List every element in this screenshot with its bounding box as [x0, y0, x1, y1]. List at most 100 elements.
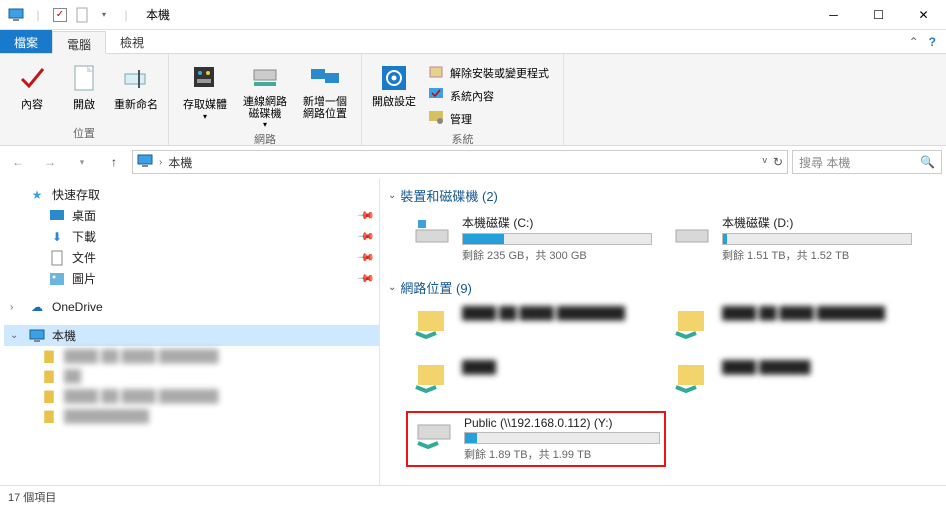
pin-icon: 📌 [357, 269, 376, 288]
close-button[interactable]: ✕ [901, 0, 946, 30]
monitors-icon [309, 62, 341, 94]
refresh-icon[interactable]: ↻ [773, 155, 783, 169]
wrench-icon [428, 109, 444, 128]
usage-bar [722, 233, 912, 245]
main-area: ★ 快速存取 桌面 📌 ⬇ 下載 📌 文件 📌 [0, 178, 946, 485]
nav-downloads[interactable]: ⬇ 下載 📌 [24, 226, 379, 247]
nav-child-3[interactable]: ▇████ ██ ████ ███████ [4, 386, 379, 406]
network-location-1[interactable]: ████ ██ ████ ████████ [406, 303, 656, 345]
network-location-3[interactable]: ████ [406, 357, 656, 399]
access-media-button[interactable]: 存取媒體▾ [179, 58, 231, 129]
nav-child-4[interactable]: ▇██████████ [4, 406, 379, 426]
breadcrumb-root[interactable]: 本機 [168, 154, 192, 171]
tab-view[interactable]: 檢視 [106, 30, 158, 53]
qat-new-icon[interactable] [72, 5, 92, 25]
desktop-icon [48, 208, 66, 224]
usage-bar [464, 432, 660, 444]
pin-icon: 📌 [357, 227, 376, 246]
content-pane: ⌄ 裝置和磁碟機 (2) 本機磁碟 (C:) 剩餘 235 GB，共 300 G… [380, 178, 946, 485]
network-drive-icon [412, 416, 456, 452]
qat-divider2: | [116, 5, 136, 25]
pc-icon [28, 328, 46, 344]
group-network-label: 網路 [179, 129, 351, 149]
title-bar: | ✓ ▾ | 本機 ─ ☐ ✕ [0, 0, 946, 30]
media-server-icon [189, 62, 221, 94]
pc-icon [137, 154, 153, 171]
minimize-button[interactable]: ─ [811, 0, 856, 30]
ribbon: 內容 開啟 重新命名 位置 存取媒體▾ 連線網路磁碟機▾ [0, 54, 946, 146]
open-button[interactable]: 開啟 [62, 58, 106, 123]
nav-documents[interactable]: 文件 📌 [24, 247, 379, 268]
maximize-button[interactable]: ☐ [856, 0, 901, 30]
group-system-label: 系統 [372, 129, 553, 149]
search-icon: 🔍 [920, 155, 935, 169]
network-drive-icon [249, 62, 281, 94]
back-button[interactable]: ← [4, 149, 32, 175]
help-icon[interactable]: ? [929, 35, 936, 49]
chevron-down-icon: ⌄ [388, 190, 396, 201]
rename-button[interactable]: 重新命名 [114, 58, 158, 123]
properties-button[interactable]: 內容 [10, 58, 54, 123]
nav-bar: ← → ▾ ↑ › 本機 v ↻ 搜尋 本機 🔍 [0, 146, 946, 178]
qat-properties-icon[interactable]: ✓ [50, 5, 70, 25]
qat-dropdown-icon[interactable]: ▾ [94, 5, 114, 25]
monitor-check-icon [428, 86, 444, 105]
up-button[interactable]: ↑ [100, 149, 128, 175]
open-settings-button[interactable]: 開啟設定 [372, 58, 416, 129]
drive-c[interactable]: 本機磁碟 (C:) 剩餘 235 GB，共 300 GB [406, 211, 656, 266]
qat-divider: | [28, 5, 48, 25]
item-count: 17 個項目 [8, 489, 56, 505]
address-bar[interactable]: › 本機 v ↻ [132, 150, 788, 174]
ribbon-tabs: 檔案 電腦 檢視 ⌃ ? [0, 30, 946, 54]
network-location-4[interactable]: ████ ██████ [666, 357, 916, 399]
network-folder-icon [670, 360, 714, 396]
folder-icon: ▇ [40, 348, 58, 364]
forward-button[interactable]: → [36, 149, 64, 175]
network-folder-icon [670, 306, 714, 342]
tab-file[interactable]: 檔案 [0, 30, 52, 53]
documents-icon [48, 250, 66, 266]
nav-pictures[interactable]: 圖片 📌 [24, 268, 379, 289]
settings-gear-icon [378, 62, 410, 94]
drive-d[interactable]: 本機磁碟 (D:) 剩餘 1.51 TB，共 1.52 TB [666, 211, 916, 266]
search-input[interactable]: 搜尋 本機 🔍 [792, 150, 942, 174]
navigation-pane: ★ 快速存取 桌面 📌 ⬇ 下載 📌 文件 📌 [0, 178, 380, 485]
search-placeholder: 搜尋 本機 [799, 154, 850, 171]
box-icon [428, 63, 444, 82]
map-drive-button[interactable]: 連線網路磁碟機▾ [239, 58, 291, 129]
add-network-location-button[interactable]: 新增一個網路位置 [299, 58, 351, 129]
status-bar: 17 個項目 [0, 485, 946, 507]
hdd-icon [670, 214, 714, 250]
nav-onedrive[interactable]: › ☁ OneDrive [4, 297, 379, 317]
nav-quick-access[interactable]: ★ 快速存取 [4, 184, 379, 205]
folder-icon: ▇ [40, 408, 58, 424]
network-folder-icon [410, 360, 454, 396]
nav-desktop[interactable]: 桌面 📌 [24, 205, 379, 226]
nav-this-pc[interactable]: ⌄ 本機 [4, 325, 379, 346]
chevron-down-icon: ⌄ [388, 282, 396, 293]
network-drive-public[interactable]: Public (\\192.168.0.112) (Y:) 剩餘 1.89 TB… [406, 411, 666, 467]
document-icon [68, 62, 100, 94]
star-icon: ★ [28, 187, 46, 203]
pin-icon: 📌 [357, 248, 376, 267]
network-folder-icon [410, 306, 454, 342]
address-dropdown-icon[interactable]: v [762, 155, 767, 169]
nav-child-1[interactable]: ▇████ ██ ████ ███████ [4, 346, 379, 366]
group-location-label: 位置 [10, 123, 158, 143]
recent-dropdown[interactable]: ▾ [68, 149, 96, 175]
section-devices[interactable]: ⌄ 裝置和磁碟機 (2) [388, 184, 938, 211]
chevron-right-icon: › [10, 302, 22, 313]
pictures-icon [48, 271, 66, 287]
ribbon-collapse-icon[interactable]: ⌃ [909, 35, 919, 49]
app-icon [6, 5, 26, 25]
system-properties-item[interactable]: 系統內容 [424, 85, 553, 106]
manage-item[interactable]: 管理 [424, 108, 553, 129]
download-icon: ⬇ [48, 229, 66, 245]
hdd-icon [410, 214, 454, 250]
network-location-2[interactable]: ████ ██ ████ ████████ [666, 303, 916, 345]
section-network[interactable]: ⌄ 網路位置 (9) [388, 276, 938, 303]
tab-computer[interactable]: 電腦 [52, 31, 106, 54]
uninstall-programs-item[interactable]: 解除安裝或變更程式 [424, 62, 553, 83]
nav-child-2[interactable]: ▇██ [4, 366, 379, 386]
chevron-right-icon[interactable]: › [159, 157, 162, 168]
